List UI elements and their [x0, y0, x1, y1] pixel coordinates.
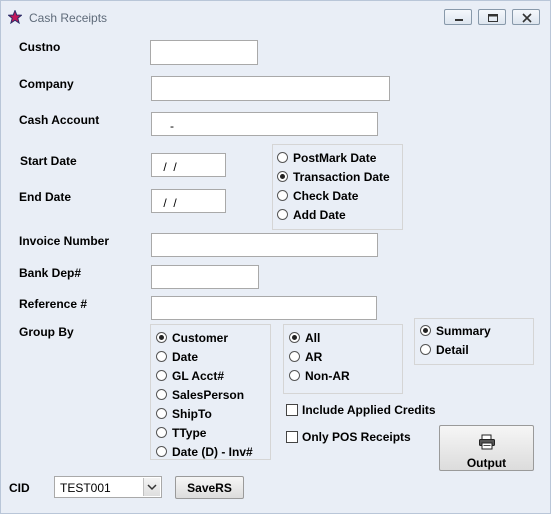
- cid-label: CID: [9, 481, 30, 495]
- company-input[interactable]: [151, 76, 390, 101]
- radio-circle: [156, 427, 167, 438]
- ar-filter-group: All AR Non-AR: [283, 324, 403, 394]
- radio-circle-selected: [420, 325, 431, 336]
- option-label: Check Date: [293, 189, 359, 203]
- option-label: Date: [172, 350, 199, 364]
- radio-circle-selected: [277, 171, 288, 182]
- option-label: Date (D) - Inv#: [172, 445, 253, 459]
- radio-circle: [289, 351, 300, 362]
- restore-icon: [488, 14, 498, 22]
- option-label: All: [305, 331, 321, 345]
- option-label: ShipTo: [172, 407, 212, 421]
- company-label: Company: [19, 77, 74, 91]
- star-icon: [7, 9, 23, 25]
- save-rs-button[interactable]: SaveRS: [175, 476, 244, 499]
- invoice-number-input[interactable]: [151, 233, 378, 257]
- radio-circle: [277, 209, 288, 220]
- maximize-button[interactable]: [478, 9, 506, 25]
- option-label: Transaction Date: [293, 170, 390, 184]
- radio-circle: [156, 389, 167, 400]
- start-date-input[interactable]: / /: [151, 153, 226, 177]
- option-label: SalesPerson: [172, 388, 245, 402]
- group-by-group: Customer Date GL Acct# SalesPerson ShipT…: [150, 324, 271, 460]
- cid-select[interactable]: TEST001: [54, 476, 162, 498]
- reference-label: Reference #: [19, 297, 88, 311]
- output-button-label: Output: [466, 456, 507, 470]
- minimize-icon: [455, 19, 463, 21]
- option-label: Detail: [436, 343, 469, 357]
- close-icon: [522, 13, 532, 23]
- option-label: GL Acct#: [172, 369, 225, 383]
- option-label: TType: [172, 426, 207, 440]
- reference-input[interactable]: [151, 296, 377, 320]
- custno-label: Custno: [19, 40, 61, 54]
- window-title: Cash Receipts: [29, 11, 108, 25]
- option-label: Customer: [172, 331, 229, 345]
- radio-circle: [277, 190, 288, 201]
- chevron-down-icon: [147, 484, 157, 491]
- title-bar[interactable]: Cash Receipts: [1, 1, 550, 31]
- option-label: AR: [305, 350, 323, 364]
- radio-circle: [156, 370, 167, 381]
- cid-value: TEST001: [60, 481, 111, 495]
- printer-icon: [479, 434, 495, 450]
- report-type-group: Summary Detail: [414, 318, 534, 365]
- start-date-label: Start Date: [20, 154, 77, 168]
- checkbox-box: [286, 404, 298, 416]
- checkbox-label: Only POS Receipts: [302, 430, 411, 444]
- radio-circle: [156, 446, 167, 457]
- option-label: Non-AR: [305, 369, 350, 383]
- close-button[interactable]: [512, 9, 540, 25]
- radio-circle: [156, 351, 167, 362]
- checkbox-label: Include Applied Credits: [302, 403, 436, 417]
- minimize-button[interactable]: [444, 9, 472, 25]
- date-type-group: PostMark Date Transaction Date Check Dat…: [272, 144, 403, 230]
- group-by-label: Group By: [19, 325, 74, 339]
- output-button[interactable]: Output: [439, 425, 534, 471]
- end-date-label: End Date: [19, 190, 72, 204]
- bank-dep-input[interactable]: [151, 265, 259, 289]
- bank-dep-label: Bank Dep#: [19, 266, 82, 280]
- cash-account-input[interactable]: -: [151, 112, 378, 136]
- invoice-number-label: Invoice Number: [19, 234, 110, 248]
- radio-circle: [277, 152, 288, 163]
- option-label: PostMark Date: [293, 151, 377, 165]
- radio-circle-selected: [289, 332, 300, 343]
- dropdown-arrow-button[interactable]: [143, 478, 160, 496]
- cash-account-label: Cash Account: [19, 113, 100, 127]
- radio-circle-selected: [156, 332, 167, 343]
- checkbox-box: [286, 431, 298, 443]
- radio-circle: [156, 408, 167, 419]
- option-label: Summary: [436, 324, 491, 338]
- radio-circle: [420, 344, 431, 355]
- custno-input[interactable]: [150, 40, 258, 65]
- radio-circle: [289, 370, 300, 381]
- option-label: Add Date: [293, 208, 346, 222]
- end-date-input[interactable]: / /: [151, 189, 226, 213]
